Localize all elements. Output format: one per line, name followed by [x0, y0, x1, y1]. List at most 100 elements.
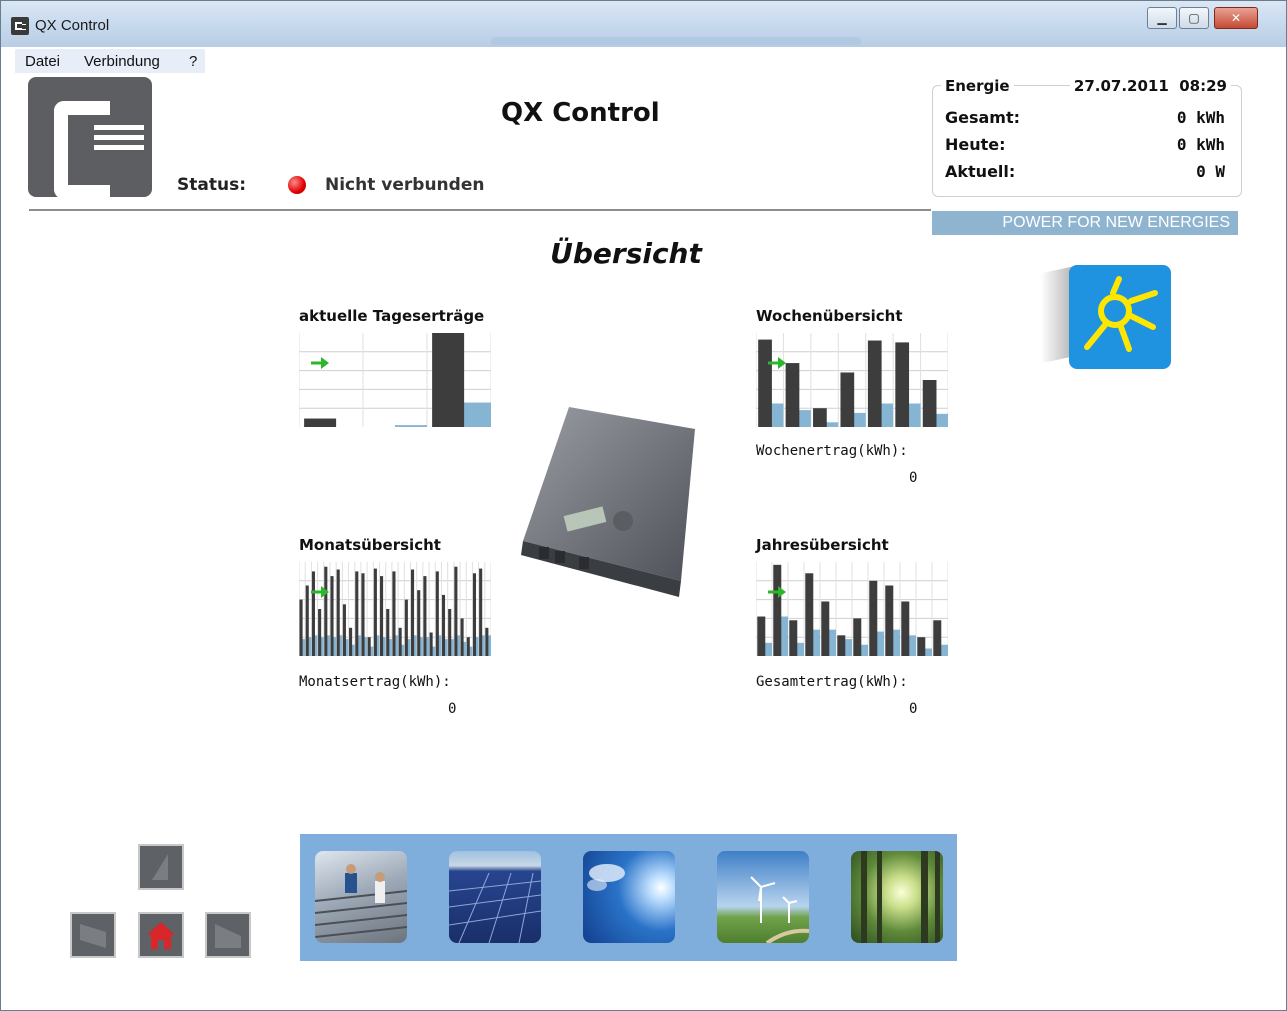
app-window: QX Control ▁ ▢ ✕ Datei Verbindung ? QX C…	[0, 0, 1287, 1011]
bar-dark	[435, 571, 439, 656]
app-icon[interactable]	[11, 17, 29, 35]
monthly-chart[interactable]	[299, 562, 491, 656]
sun-logo	[1069, 265, 1171, 369]
bar-dark	[933, 620, 942, 656]
left-icon	[80, 924, 106, 948]
bar-dark	[757, 616, 766, 656]
bar-dark	[342, 604, 346, 656]
energy-value-current: 0 W	[1196, 162, 1225, 181]
bar-dark	[885, 585, 894, 656]
nav-home-button[interactable]	[138, 912, 184, 958]
up-icon	[152, 854, 168, 880]
energy-value-total: 0 kWh	[1176, 108, 1225, 127]
menu-verbindung[interactable]: Verbindung	[84, 53, 160, 70]
bar-dark	[355, 571, 359, 656]
title-bar[interactable]: QX Control ▁ ▢ ✕	[1, 1, 1286, 47]
page-heading: Übersicht	[550, 237, 702, 270]
bar-dark	[324, 566, 328, 656]
menu-help[interactable]: ?	[189, 53, 197, 70]
bar-dark	[485, 627, 489, 656]
forest-icon	[861, 851, 940, 943]
energy-datetime: 27.07.2011 08:29	[1069, 77, 1231, 95]
minimize-button[interactable]: ▁	[1147, 7, 1177, 29]
maximize-icon: ▢	[1188, 11, 1200, 25]
slogan-banner: POWER FOR NEW ENERGIES	[932, 211, 1238, 235]
bar-light	[395, 425, 427, 427]
bar-dark	[423, 576, 427, 656]
panels-icon	[449, 872, 541, 943]
close-icon: ✕	[1230, 11, 1242, 25]
bar-dark	[917, 637, 926, 656]
thumb-blue-sky[interactable]	[583, 851, 675, 943]
bar-dark	[454, 566, 458, 656]
bar-dark	[392, 571, 396, 656]
thumb-sunlit-forest[interactable]	[851, 851, 943, 943]
bar-dark	[922, 380, 937, 427]
energy-panel: Energie 27.07.2011 08:29 Gesamt: 0 kWh H…	[932, 77, 1242, 197]
bar-dark	[336, 569, 340, 656]
right-icon	[215, 924, 241, 948]
daily-title: aktuelle Tageserträge	[299, 307, 485, 325]
close-button[interactable]: ✕	[1214, 7, 1258, 29]
bar-dark	[367, 637, 371, 656]
company-logo	[28, 77, 152, 199]
bar-dark	[805, 573, 814, 656]
app-title: QX Control	[501, 98, 660, 128]
weekly-chart[interactable]	[756, 333, 948, 427]
bar-dark	[361, 573, 365, 656]
title-glass	[491, 37, 861, 45]
nav-left-button[interactable]	[70, 912, 116, 958]
window-title: QX Control	[35, 17, 110, 34]
energy-label-today: Heute:	[945, 135, 1006, 154]
yearly-note-value: 0	[909, 701, 918, 717]
bar-dark	[305, 585, 309, 656]
bar-dark	[895, 342, 910, 427]
bar-dark	[318, 609, 322, 656]
thumb-wind-turbines[interactable]	[717, 851, 809, 943]
bar-dark	[441, 594, 446, 656]
logo-line	[94, 125, 144, 130]
daily-chart[interactable]	[299, 333, 491, 427]
yearly-chart[interactable]	[756, 562, 948, 656]
energy-label-current: Aktuell:	[945, 162, 1016, 181]
monthly-title: Monatsübersicht	[299, 536, 441, 554]
status-label: Status:	[177, 175, 246, 195]
bar-dark	[460, 618, 464, 656]
bar-dark	[773, 564, 782, 656]
bar-dark	[869, 580, 878, 656]
thumb-solar-panels[interactable]	[449, 851, 541, 943]
status-led-icon	[288, 176, 306, 194]
status-text: Nicht verbunden	[325, 175, 485, 195]
bar-dark	[840, 372, 855, 427]
bar-dark	[867, 340, 882, 427]
bar-dark	[479, 568, 483, 656]
bar-dark	[466, 637, 470, 656]
bar-dark	[386, 609, 390, 656]
energy-label-total: Gesamt:	[945, 108, 1021, 127]
weekly-note-label: Wochenertrag(kWh):	[756, 443, 908, 459]
bar-dark	[373, 568, 377, 656]
bar-dark	[429, 632, 433, 656]
bar-dark	[785, 363, 800, 427]
minimize-icon: ▁	[1157, 11, 1167, 25]
bar-dark	[330, 576, 334, 656]
sun-icon	[1084, 276, 1158, 352]
bar-dark	[304, 418, 337, 427]
home-icon	[147, 922, 175, 949]
nav-up-button[interactable]	[138, 844, 184, 890]
logo-mark	[54, 101, 110, 199]
nav-right-button[interactable]	[205, 912, 251, 958]
arrow-right-icon	[311, 357, 329, 369]
bar-dark	[404, 599, 408, 656]
bar-dark	[311, 571, 315, 656]
yearly-title: Jahresübersicht	[756, 536, 889, 554]
maximize-button[interactable]: ▢	[1179, 7, 1209, 29]
thumb-solar-installers[interactable]	[315, 851, 407, 943]
menu-datei[interactable]: Datei	[25, 53, 60, 70]
bar-dark	[758, 339, 772, 427]
inverter-image	[521, 407, 695, 597]
weekly-note-value: 0	[909, 470, 918, 486]
energy-value-today: 0 kWh	[1176, 135, 1225, 154]
bar-dark	[821, 601, 830, 656]
monthly-note-label: Monatsertrag(kWh):	[299, 674, 451, 690]
